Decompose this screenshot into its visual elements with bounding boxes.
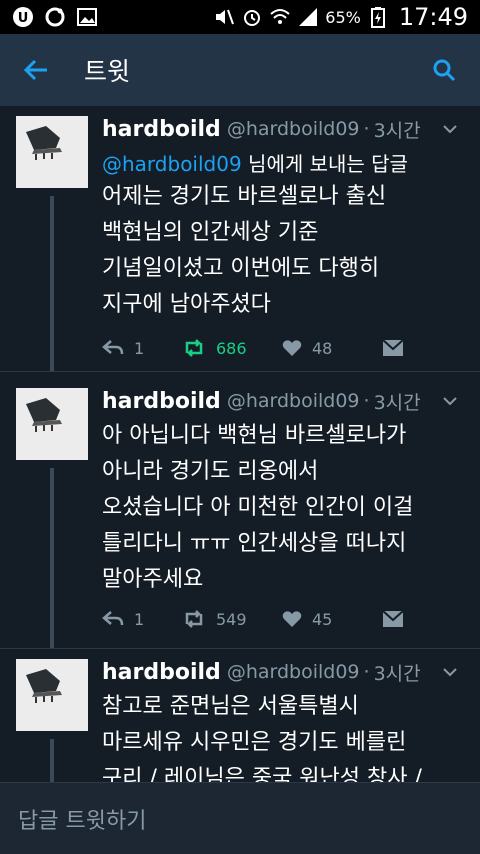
separator-dot: ·: [363, 118, 370, 140]
image-notification-icon: [76, 6, 98, 28]
author-handle[interactable]: @hardboild09: [227, 661, 360, 683]
search-icon: [433, 59, 456, 82]
tweet-content: hardboild @hardboild09 · 3시간 @hardboild0…: [102, 114, 464, 323]
avatar[interactable]: [16, 116, 88, 188]
tweet-text: 참고로 준면님은 서울특별시 마르세유 시우민은 경기도 베를린 구리 / 레이…: [102, 689, 464, 782]
tweet-actions: 1 549 45: [102, 604, 422, 634]
reply-icon: [102, 340, 124, 355]
tweet-text-line: 틀리다니 ㅠㅠ 인간세상을 떠나지: [102, 531, 407, 556]
tweet-text: 어제는 경기도 바르셀로나 출신 백현님의 인간세상 기준 기념일이셨고 이번에…: [102, 179, 464, 323]
tweet-content: hardboild @hardboild09 · 3시간 참고로 준면님은 서울…: [102, 657, 464, 782]
retweet-count: 686: [216, 338, 247, 358]
tweet-content: hardboild @hardboild09 · 3시간 아 아닙니다 백현님 …: [102, 386, 464, 598]
back-button[interactable]: [16, 50, 56, 90]
author-name[interactable]: hardboild: [102, 660, 221, 685]
signal-icon: [297, 6, 319, 28]
envelope-icon: [382, 339, 404, 356]
tweet-text-line: 백현님의 인간세상 기준: [102, 220, 319, 245]
heart-icon: [282, 340, 302, 356]
tweet-header: hardboild @hardboild09 · 3시간: [102, 657, 464, 687]
tweet-text-line: 어제는 경기도 바르셀로나 출신: [102, 184, 387, 209]
author-name[interactable]: hardboild: [102, 389, 221, 414]
tweet-header: hardboild @hardboild09 · 3시간: [102, 114, 464, 144]
tweet-text: 아 아닙니다 백현님 바르셀로나가 아니라 경기도 리옹에서 오셨습니다 아 미…: [102, 418, 464, 598]
tweet-menu-button[interactable]: [442, 664, 458, 680]
reply-context-text: 님에게 보내는 답글: [241, 152, 408, 176]
like-count: 45: [312, 609, 333, 629]
avatar[interactable]: [16, 388, 88, 460]
retweet-count: 549: [216, 609, 247, 629]
reply-composer[interactable]: 답글 트윗하기: [0, 782, 480, 854]
thread-connector: [50, 739, 54, 782]
mute-icon: [213, 6, 235, 28]
tweet-header: hardboild @hardboild09 · 3시간: [102, 386, 464, 416]
reply-context: @hardboild09 님에게 보내는 답글: [102, 148, 464, 177]
tweet-timestamp: 3시간: [373, 119, 421, 142]
direct-message-button[interactable]: [382, 339, 404, 357]
tweet-text-line: 오셨습니다 아 미천한 인간이 이걸: [102, 495, 414, 520]
chevron-down-icon: [443, 397, 457, 406]
reply-icon: [102, 611, 124, 626]
author-handle[interactable]: @hardboild09: [227, 390, 360, 412]
search-button[interactable]: [426, 52, 462, 88]
author-name[interactable]: hardboild: [102, 117, 221, 142]
thread-connector: [50, 196, 54, 371]
retweet-button[interactable]: 686: [182, 339, 282, 358]
tweet-text-line: 지구에 남아주셨다: [102, 292, 271, 317]
reply-input-placeholder[interactable]: 답글 트윗하기: [18, 803, 146, 835]
chevron-down-icon: [443, 125, 457, 134]
tweet-actions: 1 686 48: [102, 333, 422, 363]
ring-app-icon: [44, 6, 66, 28]
page-title: 트윗: [84, 57, 131, 86]
retweet-icon: [185, 339, 203, 357]
tweet-menu-button[interactable]: [442, 121, 458, 137]
tweet-text-line: 말아주세요: [102, 567, 204, 592]
tweet-item[interactable]: hardboild @hardboild09 · 3시간 @hardboild0…: [0, 106, 480, 371]
tweet-text-line: 아 아닙니다 백현님 바르셀로나가: [102, 423, 407, 448]
tweet-text-line: 기념일이셨고 이번에도 다행히: [102, 256, 380, 281]
tweet-thread: hardboild @hardboild09 · 3시간 @hardboild0…: [0, 106, 480, 782]
like-button[interactable]: 45: [282, 610, 382, 629]
back-arrow-icon: [23, 59, 47, 81]
svg-text:U: U: [18, 11, 29, 26]
separator-dot: ·: [363, 661, 370, 683]
tweet-item[interactable]: hardboild @hardboild09 · 3시간 참고로 준면님은 서울…: [0, 649, 480, 782]
battery-charging-icon: [367, 6, 389, 28]
tweet-menu-button[interactable]: [442, 393, 458, 409]
clock: 17:49: [398, 3, 468, 31]
tweet-text-line: 마르세유 시우민은 경기도 베를린: [102, 730, 407, 755]
like-button[interactable]: 48: [282, 339, 382, 358]
reply-button[interactable]: 1: [102, 339, 182, 358]
tweet-item[interactable]: hardboild @hardboild09 · 3시간 아 아닙니다 백현님 …: [0, 378, 480, 648]
like-count: 48: [312, 338, 333, 358]
retweet-icon: [185, 610, 203, 628]
direct-message-button[interactable]: [382, 610, 404, 628]
avatar[interactable]: [16, 659, 88, 731]
battery-percent: 65%: [325, 7, 361, 27]
retweet-button[interactable]: 549: [182, 610, 282, 629]
separator-dot: ·: [363, 390, 370, 412]
heart-icon: [282, 611, 302, 627]
tweet-text-line: 참고로 준면님은 서울특별시: [102, 694, 359, 719]
reply-mention-link[interactable]: @hardboild09: [102, 152, 242, 176]
tweet-timestamp: 3시간: [373, 391, 421, 414]
reply-count: 1: [134, 609, 145, 629]
chevron-down-icon: [443, 668, 457, 677]
app-notification-icon: U: [12, 6, 34, 28]
author-handle[interactable]: @hardboild09: [227, 118, 360, 140]
wifi-icon: [269, 6, 291, 28]
status-bar: U 65% 17:49: [0, 0, 480, 34]
alarm-icon: [241, 6, 263, 28]
envelope-icon: [382, 610, 404, 627]
tweet-text-line: 구리 / 레이님은 중국 워난성 창사 /: [102, 766, 422, 782]
tweet-text-line: 아니라 경기도 리옹에서: [102, 459, 319, 484]
tweet-timestamp: 3시간: [373, 662, 421, 685]
reply-count: 1: [134, 338, 145, 358]
app-bar: 트윗: [0, 34, 480, 106]
tweet-divider: [0, 371, 480, 372]
reply-button[interactable]: 1: [102, 610, 182, 629]
thread-connector: [50, 468, 54, 648]
